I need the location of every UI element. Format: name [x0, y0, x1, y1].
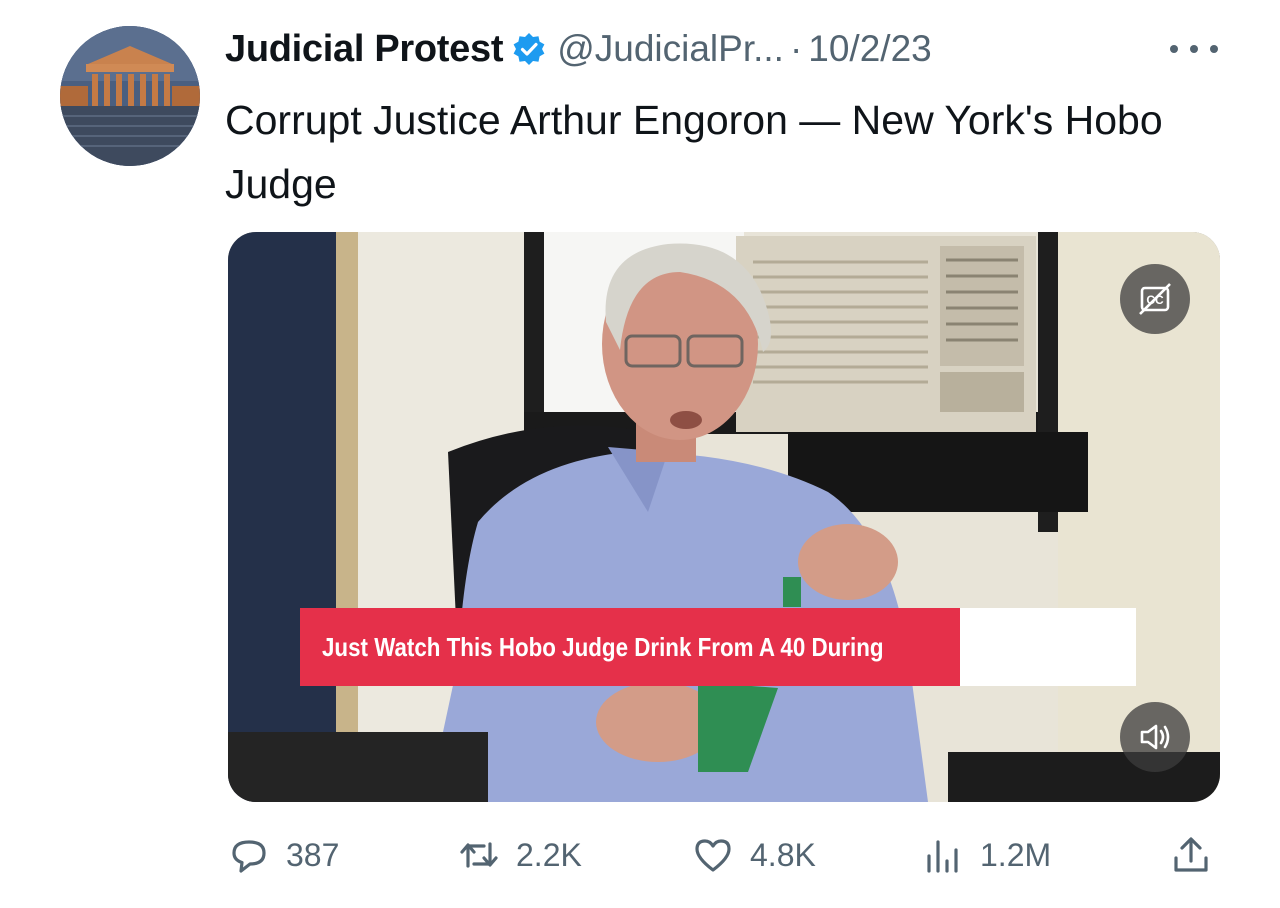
caption-overlay-tail: [960, 608, 1136, 686]
video-player[interactable]: Just Watch This Hobo Judge Drink From A …: [228, 232, 1220, 802]
views-icon: [922, 834, 964, 876]
reply-icon: [228, 834, 270, 876]
verified-badge-icon[interactable]: [511, 31, 547, 67]
avatar[interactable]: [60, 26, 200, 166]
action-bar: 387 2.2K 4.8K 1.2M: [0, 820, 1280, 890]
repost-count: 2.2K: [516, 836, 582, 873]
view-count: 1.2M: [980, 836, 1052, 873]
caption-text: Just Watch This Hobo Judge Drink From A …: [322, 631, 884, 662]
like-count: 4.8K: [750, 836, 816, 873]
share-button[interactable]: [1170, 820, 1212, 890]
video-frame: [228, 232, 1220, 802]
more-icon[interactable]: [1170, 34, 1218, 64]
reply-count: 387: [286, 836, 340, 873]
separator: ·: [789, 28, 803, 69]
repost-button[interactable]: 2.2K: [458, 820, 582, 890]
timestamp[interactable]: 10/2/23: [808, 28, 931, 70]
video-caption-overlay: Just Watch This Hobo Judge Drink From A …: [300, 608, 960, 686]
tweet-text: Corrupt Justice Arthur Engoron — New Yor…: [225, 97, 1163, 207]
like-button[interactable]: 4.8K: [692, 820, 816, 890]
like-icon: [692, 834, 734, 876]
views-button[interactable]: 1.2M: [922, 820, 1051, 890]
display-name[interactable]: Judicial Protest: [225, 28, 503, 71]
volume-icon[interactable]: [1120, 702, 1190, 772]
captions-off-icon[interactable]: CC: [1120, 264, 1190, 334]
handle[interactable]: @JudicialPr...: [557, 28, 784, 70]
repost-icon: [458, 834, 500, 876]
tweet-header: Judicial Protest @JudicialPr... · 10/2/2…: [225, 22, 932, 76]
share-icon: [1170, 834, 1212, 876]
reply-button[interactable]: 387: [228, 820, 339, 890]
